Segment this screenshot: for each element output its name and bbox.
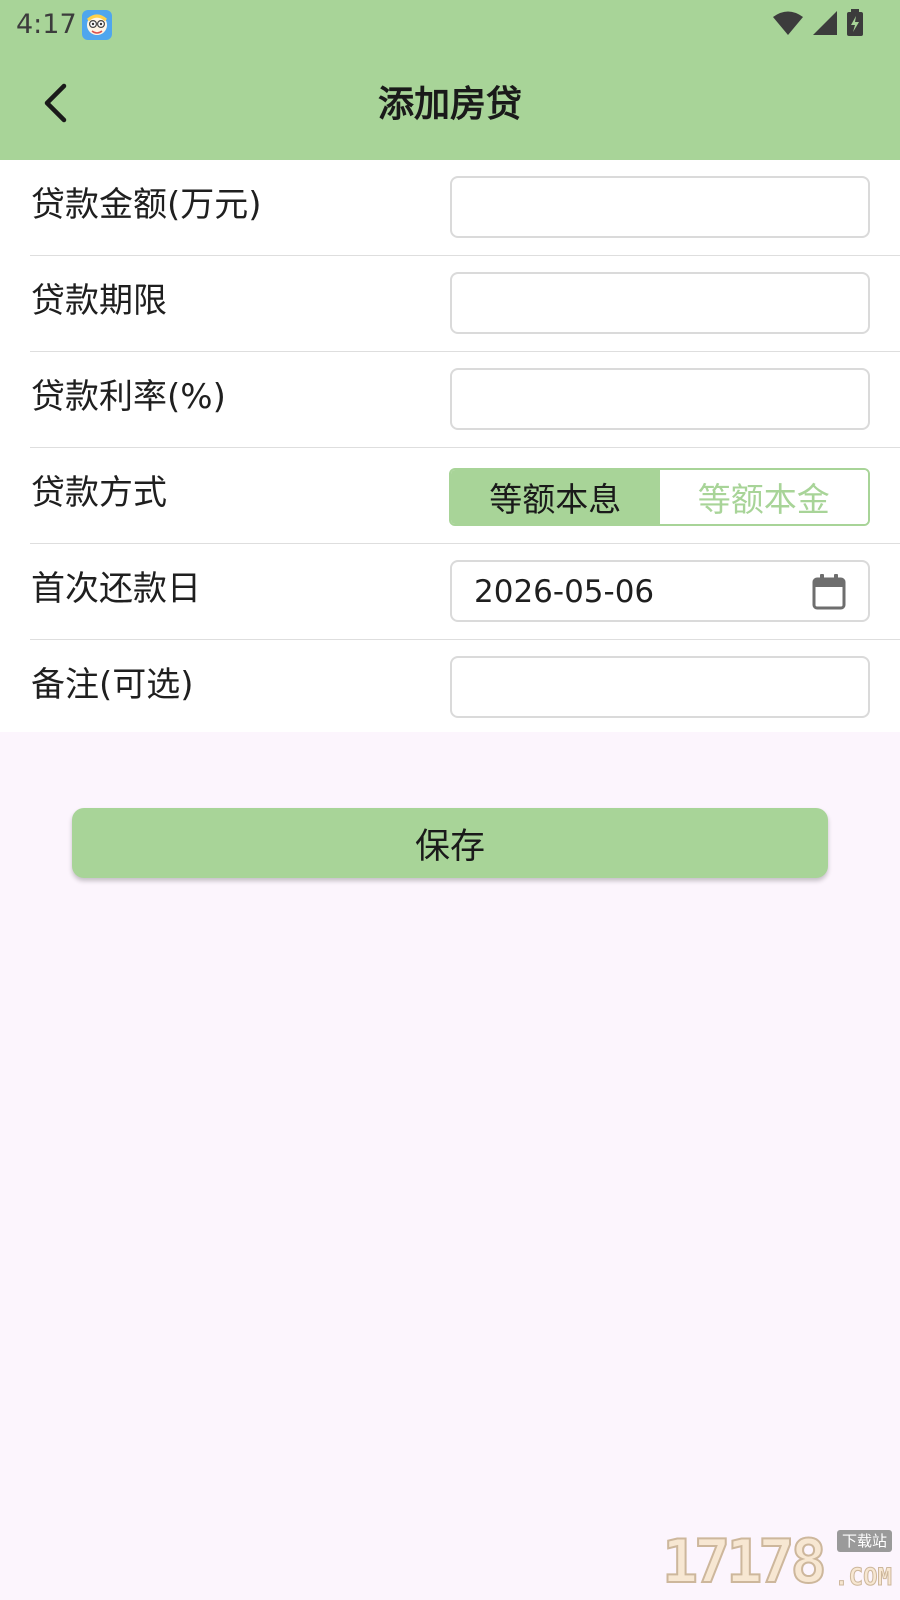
option-equal-principal[interactable]: 等额本金 [659,470,868,524]
watermark-badge: 下载站 [836,1530,892,1552]
app-header: 添加房贷 [0,50,900,160]
cellular-signal-icon [812,10,838,40]
option-equal-installment[interactable]: 等额本息 [451,470,660,524]
interest-rate-row: 贷款利率(%) [30,352,900,448]
status-time: 4:17 [16,9,77,40]
first-payment-label: 首次还款日 [31,569,201,609]
repayment-method-row: 贷款方式 等额本息 等额本金 [30,448,900,544]
date-value: 2026-05-06 [474,574,655,610]
loan-term-row: 贷款期限 [30,256,900,352]
first-payment-row: 首次还款日 2026-05-06 [30,544,900,640]
app-mascot-icon [82,10,112,40]
loan-term-label: 贷款期限 [31,281,167,321]
page-title: 添加房贷 [377,84,522,125]
wifi-icon [772,10,804,40]
watermark-suffix: .COM [834,1563,893,1591]
status-icons [772,9,864,41]
interest-rate-label: 贷款利率(%) [31,377,226,417]
loan-term-input[interactable] [450,272,870,334]
interest-rate-input[interactable] [450,368,870,430]
first-payment-date-input[interactable]: 2026-05-06 [450,560,870,622]
repayment-method-toggle: 等额本息 等额本金 [449,468,870,526]
watermark-digits: 17178 [661,1527,828,1597]
loan-amount-row: 贷款金额(万元) [30,160,900,256]
loan-amount-label: 贷款金额(万元) [31,185,262,225]
status-bar: 4:17 [0,0,900,50]
notes-row: 备注(可选) [30,640,900,735]
notes-label: 备注(可选) [31,665,194,705]
loan-amount-input[interactable] [450,176,870,238]
save-button[interactable]: 保存 [72,808,828,878]
battery-charging-icon [846,9,864,41]
loan-form: 贷款金额(万元) 贷款期限 贷款利率(%) 贷款方式 等额本息 等额本金 首次还… [0,160,900,732]
notes-input[interactable] [450,656,870,718]
site-watermark: 17178 下载站 .COM [661,1527,894,1597]
repayment-method-label: 贷款方式 [31,473,167,513]
calendar-icon[interactable] [812,574,846,610]
